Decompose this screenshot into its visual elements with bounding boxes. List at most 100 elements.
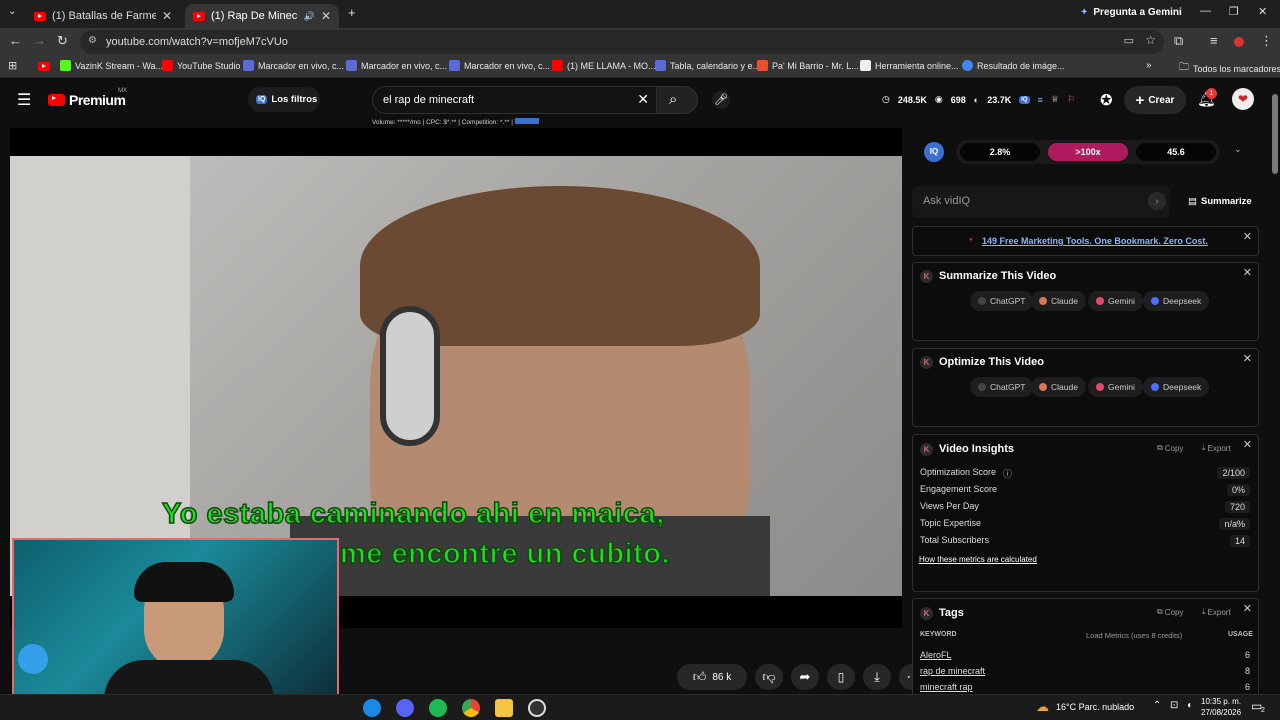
dislike-button[interactable]: 👎︎ <box>755 664 783 690</box>
bookmark-item[interactable]: Marcador en vivo, c... <box>243 60 344 71</box>
bookmark-item[interactable]: YouTube Studio <box>162 60 240 71</box>
promo-link[interactable]: 149 Free Marketing Tools. One Bookmark. … <box>982 236 1208 246</box>
filters-button[interactable]: IQ Los filtros <box>248 87 320 112</box>
youtube-bookmark-icon[interactable] <box>38 62 50 73</box>
bookmark-item[interactable]: Pa' Mi Barrio - Mr. L... <box>757 60 859 71</box>
watch-stat: 698 <box>950 94 966 105</box>
show-hidden-icons-icon[interactable]: ⌃ <box>1153 700 1161 711</box>
bookmark-item[interactable]: Marcador en vivo, c... <box>346 60 447 71</box>
minimize-icon[interactable]: — <box>1200 5 1211 17</box>
ask-vidiq-input[interactable]: Ask vidIQ › <box>912 186 1170 218</box>
list-icon[interactable]: ≡ <box>1038 95 1043 105</box>
extensions-icon[interactable]: ⧉ <box>1174 33 1183 49</box>
close-icon[interactable]: ✕ <box>1243 438 1252 451</box>
kick-icon <box>60 60 71 71</box>
load-metrics-button[interactable]: Load Metrics (uses 8 credits) <box>1086 631 1182 640</box>
cast-icon[interactable]: ▭ <box>1124 34 1134 47</box>
share-button[interactable]: ➦ <box>791 664 819 690</box>
gemini-ai-button[interactable]: Gemini <box>1088 377 1143 397</box>
vidiq-icon[interactable]: IQ <box>1019 95 1030 104</box>
bookmark-item[interactable]: Resultado de imáge... <box>962 60 1065 71</box>
insight-value: n/a% <box>1219 518 1250 530</box>
volume-icon[interactable]: ◖ <box>1186 700 1192 711</box>
tag-keyword[interactable]: rap de minecraft <box>920 666 985 676</box>
download-button[interactable]: ⤓ <box>863 664 891 690</box>
voice-search-icon[interactable]: 🎤︎ <box>712 91 730 109</box>
network-icon[interactable]: ⊡ <box>1170 700 1178 711</box>
bookmark-item[interactable]: VazinK Stream - Wa... <box>60 60 163 71</box>
bookmark-item[interactable]: (1) ME LLAMA - MO... <box>552 60 656 71</box>
send-arrow-icon[interactable]: › <box>1148 192 1166 210</box>
search-input[interactable]: el rap de minecraft ✕ <box>372 86 658 114</box>
back-icon[interactable]: ← <box>9 33 22 48</box>
reading-list-icon[interactable]: ≡ <box>1210 33 1218 48</box>
chatgpt-button[interactable]: ChatGPT <box>970 291 1034 311</box>
url-bar[interactable]: ⚙ youtube.com/watch?v=mofjeM7cVUo ▭ ☆ <box>80 30 1164 54</box>
export-button[interactable]: ⤓ Export <box>1202 607 1231 617</box>
clock[interactable]: 10:35 p. m. 27/08/2026 <box>1201 696 1241 718</box>
reload-icon[interactable]: ↻ <box>57 33 68 49</box>
tag-keyword[interactable]: minecraft rap <box>920 682 973 692</box>
deepseek-button[interactable]: Deepseek <box>1143 377 1210 397</box>
discord-icon[interactable] <box>396 699 414 717</box>
tab-batallas[interactable]: (1) Batallas de Farmear Aura | P ✕ <box>26 4 180 28</box>
bookmark-item[interactable]: Herramienta online... <box>860 60 959 71</box>
apps-grid-icon[interactable]: ⊞ <box>8 59 17 72</box>
page-scrollbar[interactable] <box>1270 80 1280 694</box>
scrollbar-thumb[interactable] <box>1272 94 1278 174</box>
tab-list-icon[interactable]: ⌄ <box>8 6 16 17</box>
save-button[interactable]: ▯ <box>827 664 855 690</box>
summarize-button[interactable]: ▤ Summarize <box>1188 196 1252 207</box>
channel-avatar[interactable]: ❤ <box>1232 88 1254 110</box>
obs-icon[interactable] <box>528 699 546 717</box>
site-info-icon[interactable]: ⚙ <box>88 35 97 46</box>
export-button[interactable]: ⤓ Export <box>1202 443 1231 453</box>
restore-icon[interactable]: ❐ <box>1229 5 1239 18</box>
more-bookmarks-icon[interactable]: » <box>1146 60 1152 71</box>
new-tab-icon[interactable]: + <box>348 5 356 20</box>
close-tab-icon[interactable]: ✕ <box>162 9 172 23</box>
claude-button[interactable]: Claude <box>1031 377 1086 397</box>
all-bookmarks[interactable]: 🗀 Todos los marcadores <box>1179 60 1280 77</box>
forward-icon[interactable]: → <box>33 33 46 48</box>
chatgpt-button[interactable]: ChatGPT <box>970 377 1034 397</box>
expand-chevron-icon[interactable]: ⌄ <box>1234 144 1242 155</box>
spotify-icon[interactable] <box>429 699 447 717</box>
edge-icon[interactable] <box>363 699 381 717</box>
close-tab-icon[interactable]: ✕ <box>321 9 331 23</box>
profile-avatar[interactable] <box>1234 37 1244 47</box>
close-icon[interactable]: ✕ <box>1243 230 1252 243</box>
like-button[interactable]: 👍︎ 86 k <box>677 664 747 690</box>
youtube-premium-logo[interactable]: Premium MX <box>48 88 127 108</box>
gamepad-icon[interactable]: ✪ <box>1100 91 1113 109</box>
close-icon[interactable]: ✕ <box>1243 266 1252 279</box>
audio-playing-icon[interactable]: 🔊 <box>304 11 315 22</box>
deepseek-button[interactable]: Deepseek <box>1143 291 1210 311</box>
create-button[interactable]: + Crear <box>1124 86 1186 114</box>
tab-rap-minecraft[interactable]: (1) Rap De Minecraft? - (Sul 🔊 ✕ <box>185 4 339 28</box>
bell-alert-icon[interactable]: ⚐ <box>1067 94 1075 105</box>
info-icon[interactable]: ⓘ <box>1003 467 1012 480</box>
file-explorer-icon[interactable] <box>495 699 513 717</box>
bookmark-item[interactable]: Marcador en vivo, c... <box>449 60 550 71</box>
copy-button[interactable]: ⧉ Copy <box>1157 443 1183 453</box>
bookmark-item[interactable]: Tabla, calendario y e... <box>655 60 760 71</box>
gemini-button[interactable]: ✦ Pregunta a Gemini <box>1080 7 1182 18</box>
chrome-icon[interactable] <box>462 699 480 717</box>
hamburger-menu-icon[interactable]: ☰ <box>17 90 31 110</box>
close-window-icon[interactable]: ✕ <box>1258 5 1267 18</box>
bookmark-star-icon[interactable]: ☆ <box>1145 33 1156 47</box>
search-button[interactable]: ⌕ <box>656 86 698 114</box>
menu-kebab-icon[interactable]: ⋮ <box>1260 33 1273 49</box>
gemini-ai-button[interactable]: Gemini <box>1088 291 1143 311</box>
copy-button[interactable]: ⧉ Copy <box>1157 607 1183 617</box>
metrics-link[interactable]: How these metrics are calculated <box>919 555 1037 564</box>
claude-button[interactable]: Claude <box>1031 291 1086 311</box>
tool-icon <box>860 60 871 71</box>
close-icon[interactable]: ✕ <box>1243 352 1252 365</box>
clear-search-icon[interactable]: ✕ <box>637 91 649 108</box>
close-icon[interactable]: ✕ <box>1243 602 1252 615</box>
trophy-icon[interactable]: ♕ <box>1051 94 1059 105</box>
tag-keyword[interactable]: AleroFL <box>920 650 952 660</box>
weather-text[interactable]: 16°C Parc. nublado <box>1056 702 1134 712</box>
